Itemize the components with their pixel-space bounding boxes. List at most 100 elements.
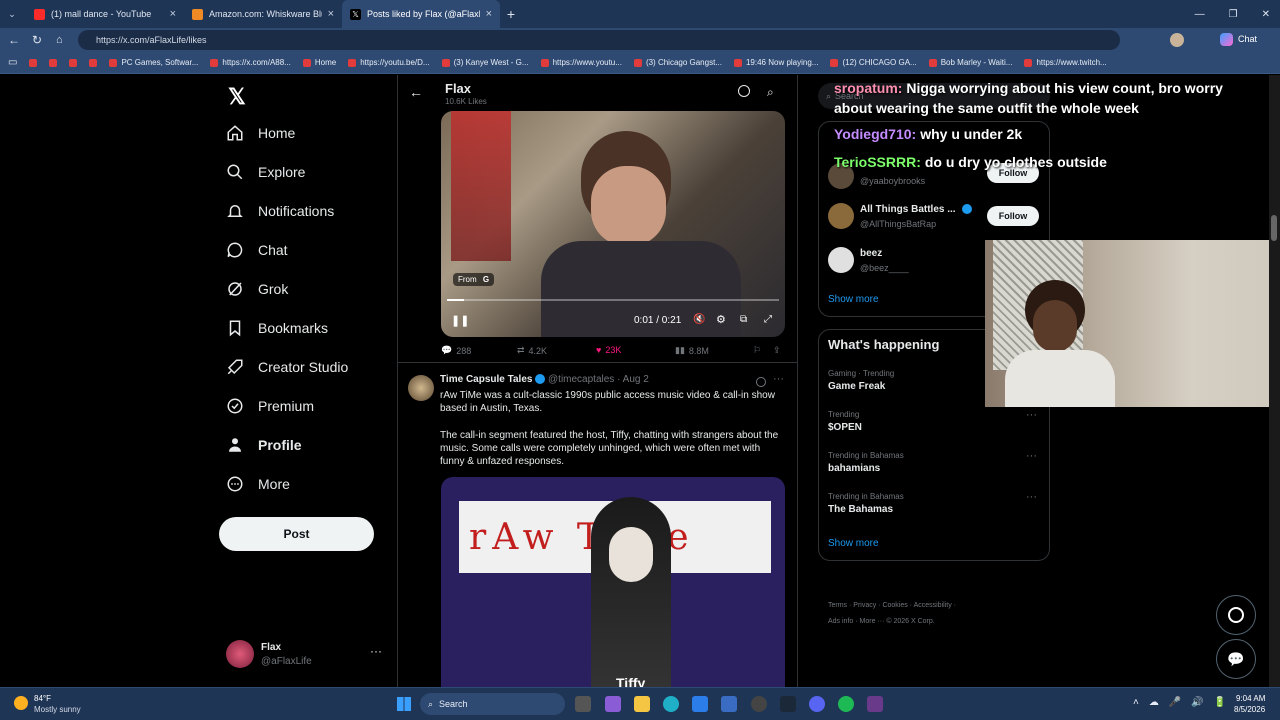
app-icon[interactable] <box>867 696 883 712</box>
nav-explore[interactable]: Explore <box>226 163 305 181</box>
show-more-link[interactable]: Show more <box>828 294 879 305</box>
file-explorer-icon[interactable] <box>634 696 650 712</box>
steam-icon[interactable] <box>780 696 796 712</box>
post-button[interactable]: Post <box>219 517 374 551</box>
tweet-author[interactable]: Time Capsule Tales <box>440 374 532 385</box>
pip-icon[interactable]: ⧉ <box>740 314 747 325</box>
bookmark-item[interactable] <box>29 58 38 67</box>
nav-bookmarks[interactable]: Bookmarks <box>226 319 328 337</box>
bookmark-icon[interactable]: ⚐ <box>753 345 761 356</box>
grok-fab-button[interactable] <box>1216 595 1256 635</box>
bookmark-item[interactable]: (3) Kanye West - G... <box>441 58 529 67</box>
grok-icon[interactable] <box>756 377 766 387</box>
bookmark-item[interactable]: https://youtu.be/D... <box>348 58 430 67</box>
browser-chat-label[interactable]: Chat <box>1238 34 1257 44</box>
bookmark-item[interactable] <box>89 58 98 67</box>
taskbar-search[interactable]: ⌕ Search <box>420 693 565 715</box>
more-dots-icon[interactable]: ··· <box>773 373 784 385</box>
tweet-media-image[interactable]: rAw TiMe Tiffy <box>441 477 785 687</box>
trend-item[interactable]: Trending $OPEN <box>828 410 862 433</box>
footer-links[interactable]: Terms · Privacy · Cookies · Accessibilit… <box>828 602 956 609</box>
close-tab-icon[interactable]: × <box>170 8 176 20</box>
nav-more[interactable]: More <box>226 475 290 493</box>
bookmark-item[interactable] <box>69 58 78 67</box>
app-icon[interactable] <box>605 696 621 712</box>
show-more-link[interactable]: Show more <box>828 538 879 549</box>
browser-tab-amazon[interactable]: Amazon.com: Whiskware Bluey Sti × <box>184 0 342 28</box>
fullscreen-icon[interactable]: ⤢ <box>764 314 772 325</box>
progress-track[interactable] <box>447 299 779 301</box>
scrollbar-thumb[interactable] <box>1271 215 1277 241</box>
bookmark-item[interactable]: PC Games, Softwar... <box>109 58 198 67</box>
chat-fab-button[interactable]: 💬 <box>1216 639 1256 679</box>
avatar[interactable] <box>828 203 854 229</box>
tweet-handle[interactable]: @timecaptales <box>548 374 614 385</box>
mute-icon[interactable]: 🔇 <box>693 314 705 325</box>
bookmark-item[interactable]: https://www.twitch... <box>1024 58 1107 67</box>
close-window-icon[interactable]: ✕ <box>1262 9 1270 20</box>
nav-premium[interactable]: Premium <box>226 397 314 415</box>
nav-creator-studio[interactable]: Creator Studio <box>226 358 348 376</box>
close-tab-icon[interactable]: × <box>486 8 492 20</box>
trend-item[interactable]: Trending in Bahamas The Bahamas <box>828 492 904 515</box>
profile-avatar-icon[interactable] <box>1170 33 1184 47</box>
new-tab-button[interactable]: + <box>500 6 522 22</box>
share-icon[interactable]: ⇪ <box>773 345 781 356</box>
avatar[interactable] <box>408 375 434 401</box>
sidebar-icon[interactable]: ▭ <box>8 57 17 68</box>
bookmark-item[interactable]: Bob Marley - Waiti... <box>928 58 1012 67</box>
close-tab-icon[interactable]: × <box>328 8 334 20</box>
more-dots-icon[interactable]: ··· <box>1026 409 1037 421</box>
reload-icon[interactable]: ↻ <box>32 33 42 47</box>
follow-button[interactable]: Follow <box>987 206 1039 226</box>
task-view-icon[interactable] <box>575 696 591 712</box>
copilot-icon[interactable] <box>1220 33 1233 46</box>
account-switcher[interactable]: Flax @aFlaxLife ··· <box>226 638 386 670</box>
home-icon[interactable]: ⌂ <box>56 34 63 46</box>
browser-tab-youtube[interactable]: (1) mall dance - YouTube × <box>26 0 184 28</box>
pause-icon[interactable]: ❚❚ <box>451 314 469 327</box>
bookmark-item[interactable]: https://x.com/A88... <box>210 58 291 67</box>
grok-icon[interactable] <box>738 85 750 97</box>
trend-item[interactable]: Gaming · Trending Game Freak <box>828 369 894 392</box>
spotify-icon[interactable] <box>838 696 854 712</box>
nav-profile[interactable]: Profile <box>226 436 302 454</box>
more-dots-icon[interactable]: ··· <box>370 644 382 658</box>
video-player[interactable]: From G ❚❚ 0:01 / 0:21 🔇 ⚙ ⧉ ⤢ <box>441 111 785 337</box>
bookmark-item[interactable] <box>49 58 58 67</box>
nav-home[interactable]: Home <box>226 124 295 142</box>
trend-item[interactable]: Trending in Bahamas bahamians <box>828 451 904 474</box>
settings-icon[interactable]: ⚙ <box>716 313 726 326</box>
address-bar[interactable]: https://x.com/aFlaxLife/likes <box>78 30 1120 50</box>
discord-icon[interactable] <box>809 696 825 712</box>
obs-icon[interactable] <box>751 696 767 712</box>
more-dots-icon[interactable]: ··· <box>1026 491 1037 503</box>
like-stat[interactable]: ♥ 23K <box>596 345 621 355</box>
back-arrow-icon[interactable]: ← <box>409 84 423 100</box>
back-icon[interactable]: ← <box>8 33 20 47</box>
views-stat[interactable]: ▮▮ 8.8M <box>675 345 709 356</box>
search-icon[interactable]: ⌕ <box>767 85 774 100</box>
mail-icon[interactable] <box>721 696 737 712</box>
store-icon[interactable] <box>692 696 708 712</box>
bookmark-item[interactable]: 19:46 Now playing... <box>733 58 818 67</box>
nav-chat[interactable]: Chat <box>226 241 288 259</box>
scrollbar[interactable] <box>1269 75 1280 687</box>
edge-icon[interactable] <box>663 696 679 712</box>
nav-grok[interactable]: Grok <box>226 280 288 298</box>
start-icon[interactable] <box>397 697 411 711</box>
more-dots-icon[interactable]: ··· <box>1026 450 1037 462</box>
tab-list-icon[interactable]: ⌄ <box>0 0 24 28</box>
browser-tab-x[interactable]: 𝕏 Posts liked by Flax (@aFlaxLife) / X × <box>342 0 500 28</box>
avatar[interactable] <box>828 247 854 273</box>
repost-stat[interactable]: ⇄ 4.2K <box>517 345 547 356</box>
bookmark-item[interactable]: Home <box>302 58 336 67</box>
restore-icon[interactable]: ❐ <box>1229 9 1238 20</box>
minimize-icon[interactable]: — <box>1195 9 1205 20</box>
weather-icon[interactable] <box>14 696 28 710</box>
footer-copyright[interactable]: Ads info · More ··· © 2026 X Corp. <box>828 618 935 625</box>
reply-stat[interactable]: 💬 288 <box>441 345 471 356</box>
bookmark-item[interactable]: (12) CHICAGO GA... <box>830 58 917 67</box>
x-logo-icon[interactable]: 𝕏 <box>228 84 246 110</box>
bookmark-item[interactable]: https://www.youtu... <box>540 58 622 67</box>
